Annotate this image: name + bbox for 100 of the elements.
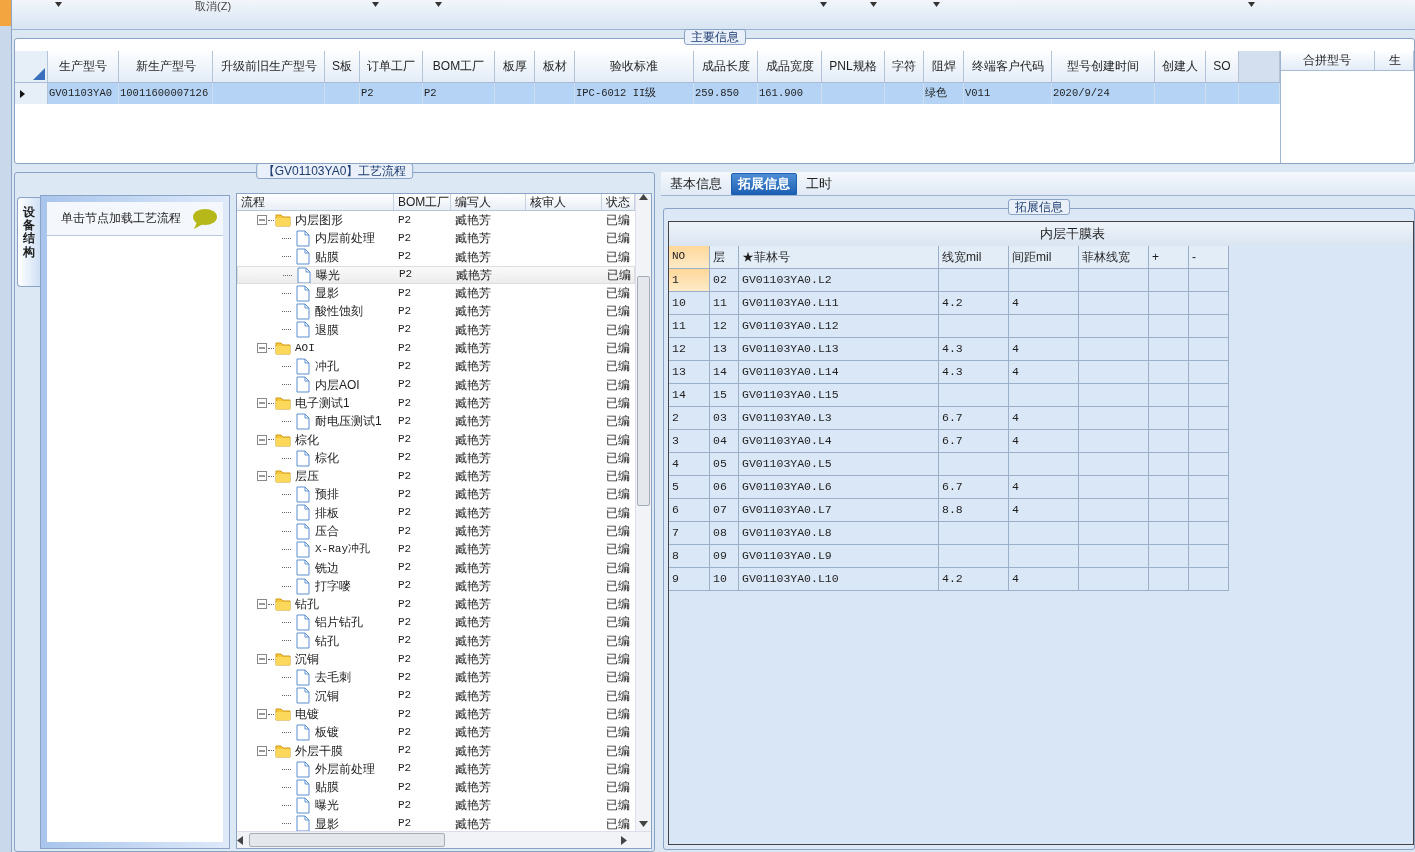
tree-row[interactable]: 电子测试1 P2 臧艳芳 已编 [237, 393, 635, 413]
column-header[interactable]: S板 [325, 51, 360, 82]
table-cell [1149, 315, 1189, 338]
row-number-cell[interactable]: 13 [669, 361, 710, 384]
row-number-cell[interactable]: 12 [669, 338, 710, 361]
scroll-thumb[interactable] [637, 276, 650, 506]
tab[interactable]: 工时 [799, 173, 839, 195]
table-row[interactable]: GV01103YA0 10011600007126 P2 P2 IPC-6012 II级 259.850 161.900 绿色 V011 2020/9/24 [15, 83, 1280, 104]
tree-row[interactable]: 棕化 P2 臧艳芳 已编 [237, 448, 635, 468]
row-number-cell[interactable]: 4 [669, 453, 710, 476]
side-tab[interactable]: 设备结构 [17, 197, 41, 287]
tree-row[interactable]: 内层图形 P2 臧艳芳 已编 [237, 211, 635, 230]
column-header[interactable]: BOM工厂 [423, 51, 495, 82]
column-header[interactable]: BOM工厂 [394, 194, 451, 210]
column-header[interactable]: 层 [710, 246, 739, 269]
column-header[interactable]: 线宽mil [939, 246, 1009, 269]
tab[interactable]: 拓展信息 [731, 173, 797, 195]
column-header[interactable]: 订单工厂 [360, 51, 423, 82]
tree-row[interactable]: 钻孔 P2 臧艳芳 已编 [237, 595, 635, 614]
tree-row[interactable]: 铝片钻孔 P2 臧艳芳 已编 [237, 613, 635, 632]
table-caption: 内层干膜表 [1039, 226, 1105, 242]
document-icon [295, 376, 311, 394]
cancel-menu-item[interactable]: 取消(Z) [195, 0, 232, 14]
column-header[interactable]: 菲林线宽 [1079, 246, 1149, 269]
tree-row[interactable]: 贴膜 P2 臧艳芳 已编 [237, 247, 635, 266]
tree-row[interactable]: 铣边 P2 臧艳芳 已编 [237, 558, 635, 577]
row-number-cell[interactable]: 11 [669, 315, 710, 338]
tree-row[interactable]: 退膜 P2 臧艳芳 已编 [237, 320, 635, 340]
tree-row[interactable]: 冲孔 P2 臧艳芳 已编 [237, 357, 635, 376]
tree-row[interactable]: 电镀 P2 臧艳芳 已编 [237, 705, 635, 724]
tree-row[interactable]: 沉铜 P2 臧艳芳 已编 [237, 686, 635, 705]
tree-row[interactable]: 层压 P2 臧艳芳 已编 [237, 467, 635, 486]
scroll-thumb[interactable] [249, 833, 445, 847]
column-header[interactable]: 阻焊 [924, 51, 964, 82]
tree-row[interactable]: 外层干膜 P2 臧艳芳 已编 [237, 741, 635, 760]
row-number-cell[interactable]: 8 [669, 545, 710, 568]
tab[interactable]: 基本信息 [663, 173, 729, 195]
tree-row[interactable]: AOI P2 臧艳芳 已编 [237, 339, 635, 358]
column-header[interactable]: 板厚 [495, 51, 535, 82]
column-header[interactable]: 生产型号 [48, 51, 119, 82]
column-header[interactable]: - [1189, 246, 1229, 269]
node-label: 沉铜 [295, 652, 319, 667]
folder-icon [275, 742, 291, 759]
tree-row[interactable]: 去毛刺 P2 臧艳芳 已编 [237, 668, 635, 687]
row-number-cell[interactable]: 14 [669, 384, 710, 407]
column-header[interactable]: 编写人 [451, 194, 526, 210]
column-header[interactable]: 核审人 [526, 194, 602, 210]
tree-row[interactable]: 曝光 P2 臧艳芳 已编 [237, 265, 635, 285]
tree-row[interactable]: 耐电压测试1 P2 臧艳芳 已编 [237, 412, 635, 431]
document-icon [295, 358, 311, 375]
node-label: 外层干膜 [295, 743, 343, 758]
tree-row[interactable]: 预排 P2 臧艳芳 已编 [237, 485, 635, 504]
column-header[interactable]: 生 [1374, 51, 1414, 70]
vertical-scrollbar[interactable] [635, 194, 651, 831]
node-label: 钻孔 [295, 597, 319, 612]
table-cell [1079, 545, 1149, 568]
column-header[interactable]: 成品长度 [694, 51, 758, 82]
tree-row[interactable]: 曝光 P2 臧艳芳 已编 [237, 796, 635, 815]
table-cell-text: 已编 [605, 779, 631, 797]
tree-row[interactable]: 内层AOI P2 臧艳芳 已编 [237, 375, 635, 394]
row-number-cell[interactable]: 2 [669, 407, 710, 430]
tree-row[interactable]: 钻孔 P2 臧艳芳 已编 [237, 631, 635, 651]
row-number-cell[interactable]: 9 [669, 568, 710, 591]
column-header[interactable]: 型号创建时间 [1052, 51, 1155, 82]
tree-row[interactable]: 贴膜 P2 臧艳芳 已编 [237, 778, 635, 797]
tree-row[interactable]: 酸性蚀刻 P2 臧艳芳 已编 [237, 302, 635, 321]
column-header[interactable]: NO [669, 246, 710, 269]
column-header[interactable]: ★菲林号 [739, 246, 939, 269]
column-header[interactable]: 字符 [885, 51, 924, 82]
table-cell-text: P2 [397, 798, 413, 814]
row-number-cell[interactable]: 1 [669, 269, 710, 292]
column-header[interactable]: 验收标准 [575, 51, 694, 82]
tree-row[interactable]: 压合 P2 臧艳芳 已编 [237, 522, 635, 541]
row-number-cell[interactable]: 5 [669, 476, 710, 499]
tree-row[interactable]: 排板 P2 臧艳芳 已编 [237, 503, 635, 523]
row-number-cell[interactable]: 3 [669, 430, 710, 453]
column-header[interactable]: 间距mil [1009, 246, 1079, 269]
column-header[interactable]: + [1149, 246, 1189, 269]
column-header[interactable]: 流程 [237, 194, 394, 210]
tree-row[interactable]: 内层前处理 P2 臧艳芳 已编 [237, 229, 635, 248]
row-number-cell[interactable]: 7 [669, 522, 710, 545]
tree-row[interactable]: 外层前处理 P2 臧艳芳 已编 [237, 759, 635, 779]
tree-row[interactable]: 打字嘜 P2 臧艳芳 已编 [237, 576, 635, 596]
tree-row[interactable]: 显影 P2 臧艳芳 已编 [237, 814, 635, 831]
column-header[interactable]: PNL规格 [822, 51, 885, 82]
horizontal-scrollbar[interactable] [237, 831, 651, 848]
tree-row[interactable]: X-Ray冲孔 P2 臧艳芳 已编 [237, 540, 635, 559]
column-header[interactable]: 创建人 [1155, 51, 1206, 82]
row-number-cell[interactable]: 6 [669, 499, 710, 522]
tree-row[interactable]: 板镀 P2 臧艳芳 已编 [237, 723, 635, 742]
tree-row[interactable]: 棕化 P2 臧艳芳 已编 [237, 430, 635, 449]
column-header[interactable]: 升级前旧生产型号 [213, 51, 325, 82]
column-header[interactable]: 新生产型号 [119, 51, 213, 82]
column-header[interactable]: 成品宽度 [758, 51, 822, 82]
row-number-cell[interactable]: 10 [669, 292, 710, 315]
tree-row[interactable]: 显影 P2 臧艳芳 已编 [237, 284, 635, 303]
column-header[interactable]: 终端客户代码 [964, 51, 1052, 82]
column-header[interactable]: 合拼型号 [1281, 51, 1375, 70]
column-header[interactable]: 板材 [535, 51, 575, 82]
tree-row[interactable]: 沉铜 P2 臧艳芳 已编 [237, 650, 635, 669]
